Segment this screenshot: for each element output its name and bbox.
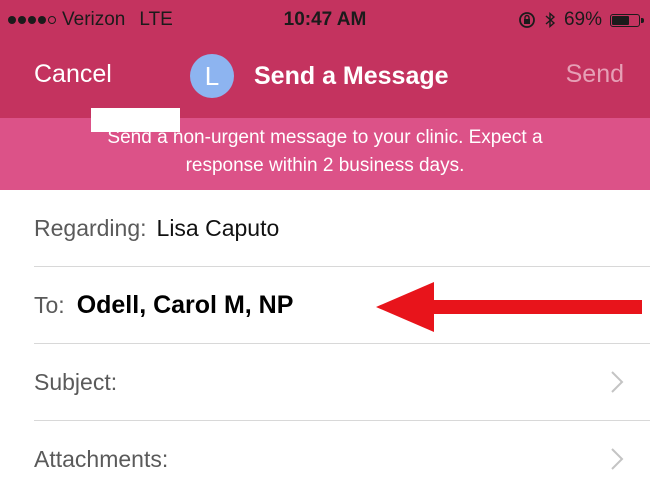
status-bar: Verizon LTE 10:47 AM 69%: [0, 0, 650, 40]
battery-fill: [612, 15, 630, 25]
cancel-button[interactable]: Cancel: [34, 60, 112, 89]
red-arrow-annotation: [376, 282, 642, 332]
subject-label: Subject:: [34, 368, 118, 395]
battery-percent: 69%: [563, 9, 602, 30]
to-value: Odell, Carol M, NP: [76, 290, 294, 319]
redaction-box: [91, 108, 180, 132]
nav-title-group: L Send a Message: [190, 54, 449, 98]
page-title: Send a Message: [254, 61, 449, 90]
chevron-right-icon: [611, 448, 624, 470]
regarding-value: Lisa Caputo: [156, 214, 280, 241]
regarding-label: Regarding:: [34, 214, 147, 241]
send-button[interactable]: Send: [566, 60, 624, 89]
attachments-label: Attachments:: [34, 445, 169, 472]
nav-bar: Cancel L Send a Message Send: [0, 40, 650, 112]
regarding-row: Regarding: Lisa Caputo: [34, 190, 650, 267]
status-right: 69%: [518, 9, 644, 31]
bluetooth-icon: [545, 11, 556, 29]
banner-line-2: response within 2 business days.: [185, 155, 465, 176]
avatar: L: [190, 54, 234, 98]
to-label: To:: [34, 291, 65, 318]
subject-row[interactable]: Subject:: [34, 344, 650, 421]
battery-icon: [610, 13, 644, 27]
chevron-right-icon: [611, 371, 624, 393]
lock-rotation-icon: [519, 12, 535, 28]
attachments-row[interactable]: Attachments:: [34, 421, 650, 497]
